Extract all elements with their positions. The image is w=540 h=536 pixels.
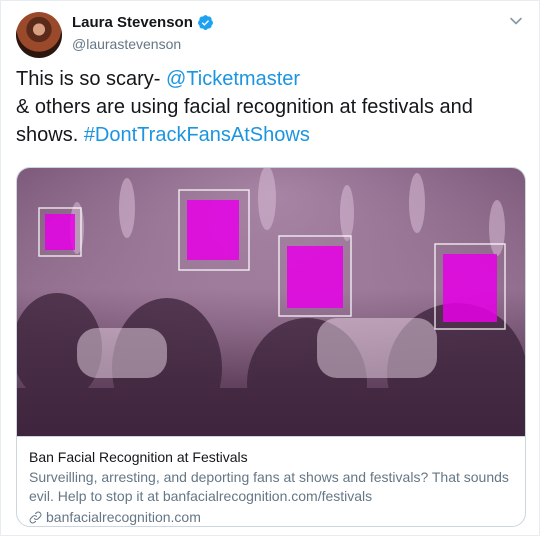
author-avatar[interactable] bbox=[16, 12, 62, 58]
card-url[interactable]: banfacialrecognition.com bbox=[29, 508, 515, 526]
card-image[interactable] bbox=[17, 168, 526, 436]
hashtag-link[interactable]: #DontTrackFansAtShows bbox=[84, 124, 310, 146]
tweet-text-line-1: This is so scary- @Ticketmaster bbox=[16, 68, 301, 90]
chevron-down-icon[interactable] bbox=[509, 14, 523, 28]
author-handle[interactable]: @laurastevenson bbox=[72, 36, 181, 52]
link-card[interactable]: Ban Facial Recognition at Festivals Surv… bbox=[16, 167, 526, 527]
tweet-text: This is so scary- @Ticketmaster & others… bbox=[16, 65, 521, 149]
card-title[interactable]: Ban Facial Recognition at Festivals bbox=[29, 448, 515, 467]
card-description: Surveilling, arresting, and deporting fa… bbox=[29, 469, 509, 504]
mention-link[interactable]: @Ticketmaster bbox=[166, 68, 300, 90]
tweet-text-line-3: shows. #DontTrackFansAtShows bbox=[16, 124, 310, 146]
author-name[interactable]: Laura Stevenson bbox=[72, 14, 193, 31]
author-name-row[interactable]: Laura Stevenson bbox=[72, 14, 214, 31]
verified-badge-icon bbox=[197, 15, 213, 30]
link-icon bbox=[29, 511, 42, 524]
card-body[interactable]: Ban Facial Recognition at Festivals Surv… bbox=[17, 436, 525, 526]
tweet-text-line-2: & others are using facial recognition at… bbox=[16, 96, 473, 118]
card-domain[interactable]: banfacialrecognition.com bbox=[46, 508, 201, 526]
tweet: Laura Stevenson @laurastevenson This is … bbox=[0, 0, 540, 536]
